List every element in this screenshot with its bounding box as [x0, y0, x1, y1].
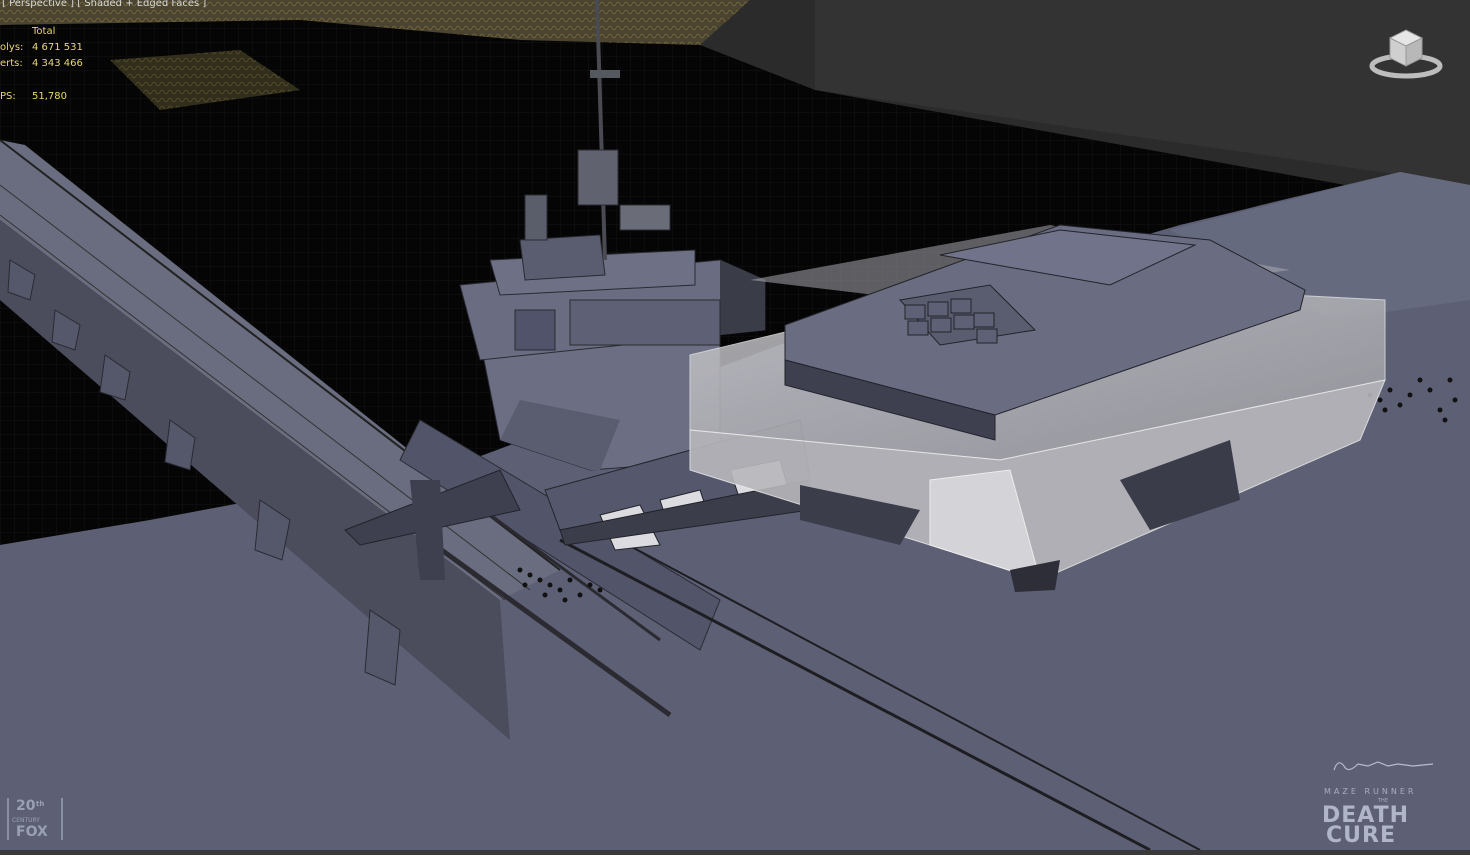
svg-text:FOX: FOX	[16, 824, 48, 840]
stats-verts-value: 4 343 466	[32, 58, 83, 69]
mast-panel	[524, 194, 548, 241]
scene-render[interactable]	[0, 0, 1470, 855]
signature	[1333, 761, 1434, 771]
mast-antenna	[577, 149, 619, 206]
stats-verts-label: erts:	[0, 58, 23, 69]
stats-header: Total	[32, 26, 56, 37]
svg-text:20: 20	[16, 798, 36, 814]
stats-polys-value: 4 671 531	[32, 42, 83, 53]
viewport-bottom-border	[0, 850, 1470, 855]
title-small: MAZE RUNNER	[1324, 787, 1416, 796]
stats-fps-value: 51,780	[32, 91, 67, 102]
title-line2: CURE	[1326, 823, 1396, 846]
stats-polys-label: olys:	[0, 42, 24, 53]
mast-panel	[619, 204, 671, 231]
tower-window	[514, 309, 556, 351]
viewcube-icon[interactable]	[1368, 26, 1444, 82]
svg-text:CENTURY: CENTURY	[12, 817, 40, 824]
studio-logo: 20 th CENTURY FOX	[6, 794, 68, 842]
perspective-viewport[interactable]: [ Perspective ] [ Shaded + Edged Faces ]…	[0, 0, 1470, 855]
tower-top-box	[519, 234, 606, 281]
stats-fps-label: PS:	[0, 91, 16, 102]
viewport-label[interactable]: [ Perspective ] [ Shaded + Edged Faces ]	[2, 0, 206, 9]
mast-bar	[590, 70, 620, 78]
movie-title-logo: MAZE RUNNER THE DEATH CURE	[1318, 756, 1450, 848]
tower-window	[569, 299, 721, 346]
svg-text:th: th	[36, 800, 44, 808]
